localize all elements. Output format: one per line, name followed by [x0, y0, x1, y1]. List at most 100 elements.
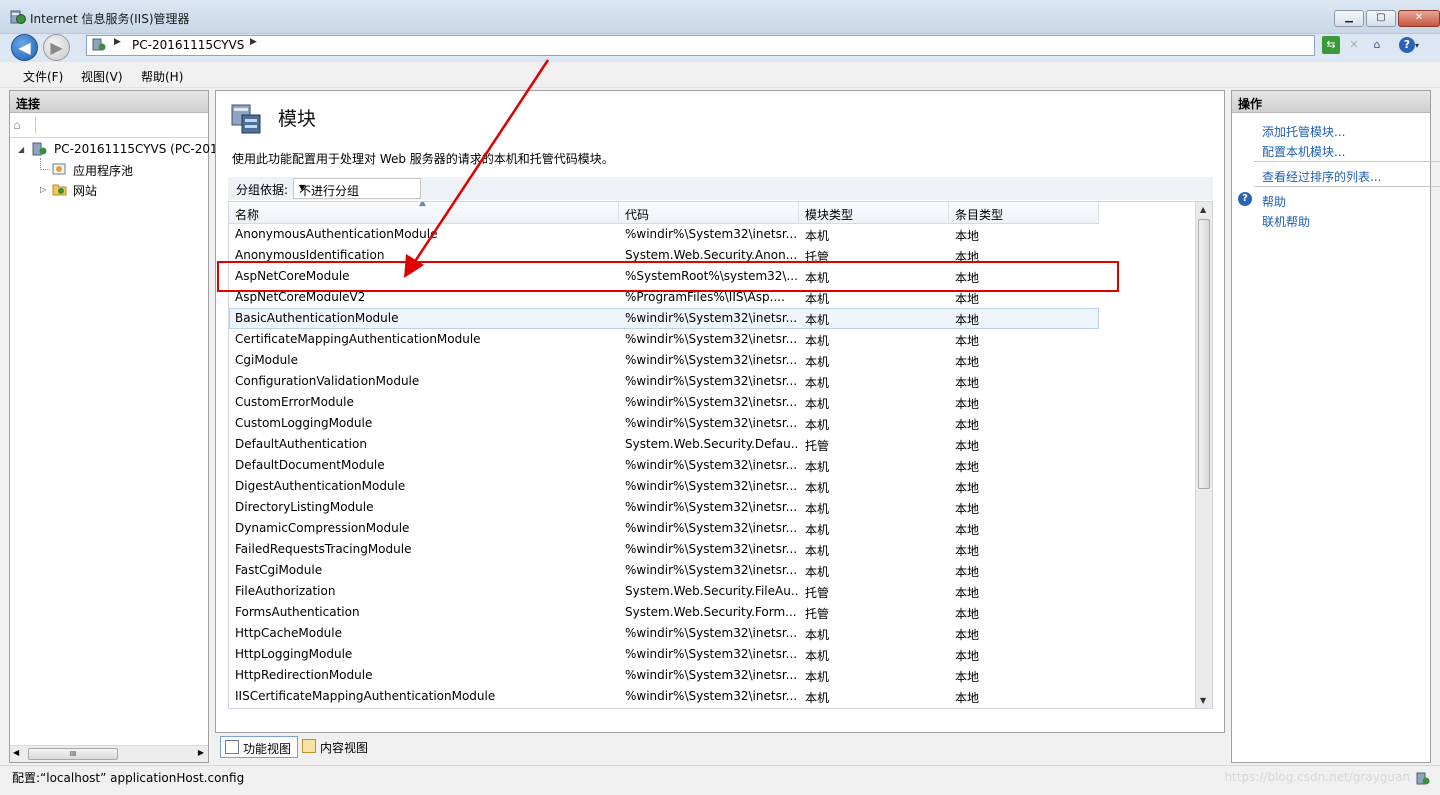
- breadcrumb-server[interactable]: PC-20161115CYVS: [132, 38, 244, 52]
- minimize-button[interactable]: ▁: [1334, 10, 1364, 27]
- app-pool-icon: [52, 163, 66, 175]
- table-header: 名称 ▲ 代码 模块类型 条目类型: [229, 202, 1099, 224]
- table-row[interactable]: AnonymousAuthenticationModule %windir%\Sy…: [229, 224, 1099, 245]
- table-row[interactable]: IISCertificateMappingAuthenticationModul…: [229, 686, 1099, 707]
- refresh-icon[interactable]: ⇆: [1322, 36, 1340, 54]
- menu-file[interactable]: 文件(F): [23, 68, 63, 85]
- table-row[interactable]: DynamicCompressionModule %windir%\System3…: [229, 518, 1099, 539]
- action-online-help[interactable]: 联机帮助: [1262, 213, 1310, 230]
- cell-module-type: 本机: [805, 313, 830, 327]
- tree-expander-icon[interactable]: ▷: [40, 185, 46, 194]
- menu-help[interactable]: 帮助(H): [141, 68, 183, 85]
- table-row[interactable]: HttpCacheModule %windir%\System32\inetsr.…: [229, 623, 1099, 644]
- table-row[interactable]: FormsAuthentication System.Web.Security.F…: [229, 602, 1099, 623]
- table-row[interactable]: CertificateMappingAuthenticationModule %w…: [229, 329, 1099, 350]
- connections-toolbar: ⌂: [10, 114, 208, 138]
- cell-entry-type: 本地: [955, 376, 980, 390]
- table-row[interactable]: DirectoryListingModule %windir%\System32\…: [229, 497, 1099, 518]
- cell-module-type: 本机: [805, 334, 830, 348]
- cell-entry-type: 本地: [955, 481, 980, 495]
- modules-panel: 模块 使用此功能配置用于处理对 Web 服务器的请求的本机和托管代码模块。 分组…: [215, 90, 1225, 733]
- table-row[interactable]: IpRestrictionModule%windir%\System32\ine…: [229, 707, 1099, 708]
- column-header-entry-type[interactable]: 条目类型: [949, 202, 1099, 224]
- cell-entry-type: 本地: [955, 544, 980, 558]
- column-header-code[interactable]: 代码: [619, 202, 799, 224]
- table-vertical-scrollbar[interactable]: ▲ ▼: [1195, 202, 1212, 708]
- table-row[interactable]: FileAuthorization System.Web.Security.Fil…: [229, 581, 1099, 602]
- cell-entry-type: 本地: [955, 670, 980, 684]
- table-row[interactable]: HttpLoggingModule %windir%\System32\inets…: [229, 644, 1099, 665]
- features-view-icon: [225, 740, 239, 754]
- forward-button[interactable]: ▶: [43, 34, 70, 61]
- table-row[interactable]: HttpRedirectionModule %windir%\System32\i…: [229, 665, 1099, 686]
- scroll-thumb[interactable]: [1198, 219, 1210, 489]
- table-row[interactable]: DigestAuthenticationModule %windir%\Syste…: [229, 476, 1099, 497]
- cell-name: DigestAuthenticationModule: [235, 479, 406, 493]
- table-row[interactable]: DefaultAuthentication System.Web.Security…: [229, 434, 1099, 455]
- cell-code: %windir%\System32\inetsr...: [625, 374, 798, 388]
- table-row[interactable]: DefaultDocumentModule %windir%\System32\i…: [229, 455, 1099, 476]
- scroll-right-icon[interactable]: ▶: [198, 748, 204, 757]
- cell-code: %windir%\System32\inetsr...: [625, 521, 798, 535]
- table-row[interactable]: CustomLoggingModule %windir%\System32\ine…: [229, 413, 1099, 434]
- chevron-down-icon[interactable]: ▼: [299, 183, 416, 192]
- action-view-ordered-list[interactable]: 查看经过排序的列表...: [1262, 168, 1381, 185]
- table-row[interactable]: FastCgiModule %windir%\System32\inetsr...…: [229, 560, 1099, 581]
- table-row[interactable]: BasicAuthenticationModule %windir%\System…: [229, 308, 1099, 329]
- close-button[interactable]: ✕: [1398, 10, 1440, 27]
- scroll-up-icon[interactable]: ▲: [1200, 205, 1206, 214]
- cell-name: DirectoryListingModule: [235, 500, 374, 514]
- tab-content-view[interactable]: 内容视图: [298, 736, 378, 758]
- window-title: Internet 信息服务(IIS)管理器: [30, 12, 190, 26]
- help-dropdown-icon[interactable]: ? ▾: [1396, 36, 1422, 54]
- cell-code: %windir%\System32\inetsr...: [625, 542, 798, 556]
- cell-entry-type: 本地: [955, 460, 980, 474]
- cell-code: %windir%\System32\inetsr...: [625, 353, 798, 367]
- group-by-select[interactable]: 不进行分组 ▼: [293, 178, 421, 199]
- back-button[interactable]: ◀: [11, 34, 38, 61]
- menu-view[interactable]: 视图(V): [81, 68, 123, 85]
- cell-entry-type: 本地: [955, 502, 980, 516]
- home-icon[interactable]: ⌂: [1368, 36, 1386, 54]
- table-row[interactable]: ConfigurationValidationModule %windir%\Sy…: [229, 371, 1099, 392]
- column-header-module-type[interactable]: 模块类型: [799, 202, 949, 224]
- cell-entry-type: 本地: [955, 313, 980, 327]
- tree-label: PC-20161115CYVS (PC-201: [54, 142, 218, 156]
- toolbar-divider: [35, 117, 36, 134]
- group-by-bar: 分组依据: 不进行分组 ▼: [228, 177, 1213, 200]
- cell-name: HttpLoggingModule: [235, 647, 353, 661]
- tree-expander-icon[interactable]: ◢: [18, 145, 24, 154]
- scroll-left-icon[interactable]: ◀: [13, 748, 19, 757]
- column-header-name[interactable]: 名称 ▲: [229, 202, 619, 224]
- stop-icon[interactable]: ✕: [1345, 36, 1363, 54]
- cell-name: IpRestrictionModule: [229, 707, 619, 708]
- tree-label: 网站: [73, 184, 98, 198]
- cell-code: System.Web.Security.Defau...: [625, 437, 799, 451]
- maximize-button[interactable]: ▢: [1366, 10, 1396, 27]
- cell-entry-type: 本地: [955, 691, 980, 705]
- breadcrumb-separator-icon[interactable]: ▶: [114, 37, 121, 47]
- connections-horizontal-scrollbar[interactable]: ◀ III ▶: [10, 745, 208, 762]
- cell-name: DefaultDocumentModule: [235, 458, 385, 472]
- table-row[interactable]: CustomErrorModule %windir%\System32\inets…: [229, 392, 1099, 413]
- cell-entry-type: 本地: [955, 418, 980, 432]
- help-icon: ?: [1238, 192, 1252, 206]
- tab-features-view[interactable]: 功能视图: [220, 736, 298, 758]
- connect-icon[interactable]: ⌂: [13, 118, 27, 132]
- navigation-bar: ◀ ▶ ▶ PC-20161115CYVS ▶ ⇆ ✕ ⌂ ? ▾: [0, 34, 1440, 62]
- table-row[interactable]: CgiModule %windir%\System32\inetsr... 本机 本地: [229, 350, 1099, 371]
- cell-name: FormsAuthentication: [235, 605, 360, 619]
- cell-code: %windir%\System32\inetsr...: [625, 626, 798, 640]
- breadcrumb-separator-icon[interactable]: ▶: [250, 37, 257, 47]
- scroll-down-icon[interactable]: ▼: [1200, 696, 1206, 705]
- address-bar[interactable]: ▶ PC-20161115CYVS ▶: [86, 35, 1315, 56]
- action-add-managed-module[interactable]: 添加托管模块...: [1262, 123, 1345, 140]
- action-help[interactable]: 帮助: [1262, 193, 1286, 210]
- cell-entry-type: 本地: [955, 607, 980, 621]
- cell-module-type: 本机: [805, 565, 830, 579]
- cell-code: %windir%\System32\inetsr...: [619, 707, 799, 708]
- table-row[interactable]: FailedRequestsTracingModule %windir%\Syst…: [229, 539, 1099, 560]
- cell-module-type: 本机: [805, 481, 830, 495]
- scroll-thumb[interactable]: III: [28, 748, 118, 760]
- action-configure-native-modules[interactable]: 配置本机模块...: [1262, 143, 1345, 160]
